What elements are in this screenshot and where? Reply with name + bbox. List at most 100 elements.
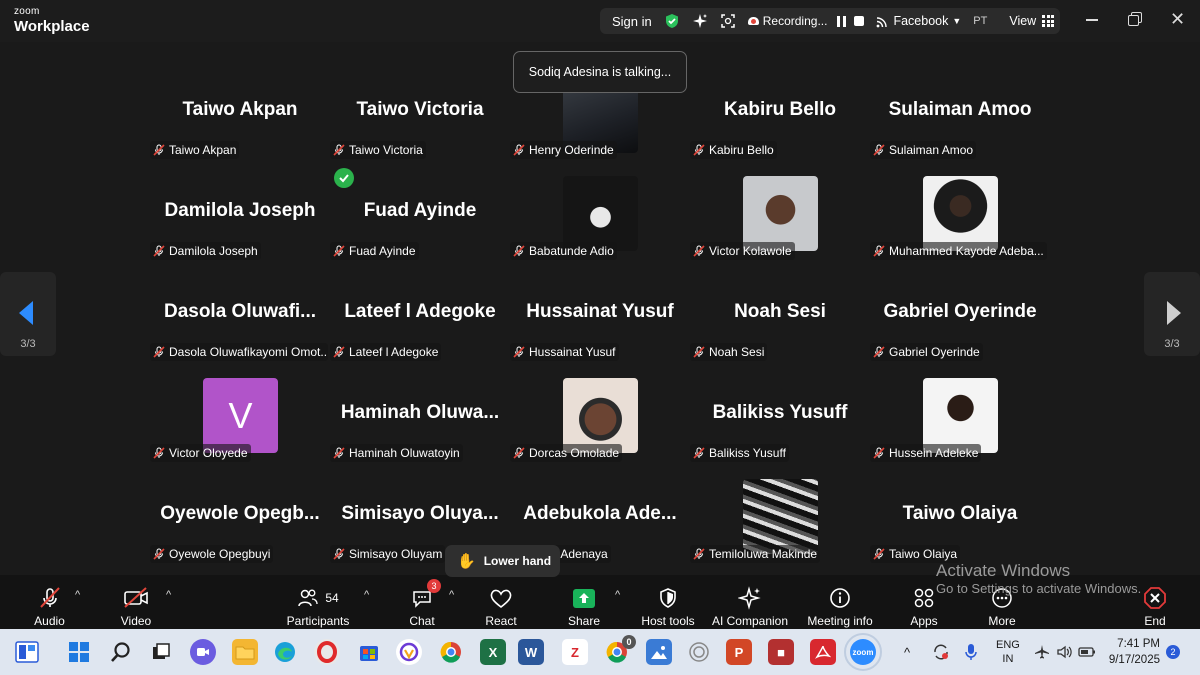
show-hidden-icons-chevron-icon[interactable]: ^: [904, 629, 910, 675]
share-options-caret-icon[interactable]: ^: [615, 589, 620, 601]
participant-name-label: Taiwo Akpan: [150, 141, 240, 159]
clock-time: 7:41 PM: [1117, 638, 1160, 650]
photos-icon[interactable]: [646, 639, 672, 665]
acrobat-icon[interactable]: [810, 639, 836, 665]
chrome-icon[interactable]: 0: [604, 635, 636, 665]
participant-name-label: Noah Sesi: [690, 343, 768, 361]
participant-tile[interactable]: Noah Sesi Noah Sesi: [690, 264, 870, 364]
participants-button[interactable]: 54 Participants: [282, 575, 354, 629]
view-button[interactable]: View: [1009, 14, 1055, 28]
chat-button[interactable]: 3 Chat: [404, 575, 441, 629]
microsoft-store-icon[interactable]: [356, 639, 382, 665]
participant-name-label: Oyewole Opegbuyi: [150, 545, 274, 563]
meeting-info-button[interactable]: Meeting info: [804, 575, 876, 629]
participant-tile[interactable]: Babatunde Adio: [510, 163, 690, 263]
participant-tile[interactable]: Balikiss Yusuff Balikiss Yusuff: [690, 365, 870, 465]
participant-tile[interactable]: Hussainat Yusuf Hussainat Yusuf: [510, 264, 690, 364]
participant-tile[interactable]: Oyewole Opegb... Oyewole Opegbuyi: [150, 466, 330, 566]
participant-tile[interactable]: Gabriel Oyerinde Gabriel Oyerinde: [870, 264, 1050, 364]
participant-tile[interactable]: Damilola Joseph Damilola Joseph: [150, 163, 330, 263]
sign-in-button[interactable]: Sign in: [612, 14, 652, 29]
opera-icon[interactable]: [314, 639, 340, 665]
livestream-facebook-dropdown[interactable]: Facebook ▼: [876, 14, 961, 28]
participant-name-text: Taiwo Olaiya: [889, 547, 958, 561]
end-meeting-button[interactable]: End: [1138, 575, 1172, 629]
airplane-mode-icon[interactable]: [1034, 629, 1050, 675]
participant-name-display: Kabiru Bello: [724, 99, 836, 120]
participant-tile[interactable]: Muhammed Kayode Adeba...: [870, 163, 1050, 263]
video-button[interactable]: Video: [110, 575, 162, 629]
meeting-status-bar: Sign in Recording... Facebook ▼ PT View: [600, 8, 1060, 34]
audio-options-caret-icon[interactable]: ^: [75, 589, 80, 601]
zoom-taskbar-icon[interactable]: zoom: [844, 633, 882, 671]
windows-start-icon[interactable]: [66, 639, 92, 665]
powerpoint-icon[interactable]: P: [726, 639, 752, 665]
participant-name-label: Haminah Oluwatoyin: [330, 444, 463, 462]
pause-recording-button[interactable]: [837, 15, 847, 27]
minimize-icon[interactable]: [1085, 12, 1099, 26]
word-icon[interactable]: W: [518, 639, 544, 665]
language-code: ENG: [996, 638, 1020, 651]
participant-tile[interactable]: Sulaiman Amoo Sulaiman Amoo: [870, 62, 1050, 162]
sync-status-icon[interactable]: [932, 629, 950, 675]
participant-tile[interactable]: Dasola Oluwafi... Dasola Oluwafikayomi Om…: [150, 264, 330, 364]
notification-badge[interactable]: 2: [1166, 645, 1180, 659]
battery-icon[interactable]: [1078, 629, 1096, 675]
ai-companion-button[interactable]: AI Companion: [710, 575, 790, 629]
video-options-caret-icon[interactable]: ^: [166, 589, 171, 601]
participant-name-label: Victor Oloyede: [150, 444, 251, 462]
vpn-app-icon[interactable]: [396, 639, 422, 665]
participant-tile[interactable]: V Victor Oloyede: [150, 365, 330, 465]
search-icon[interactable]: [108, 639, 134, 665]
host-tools-button[interactable]: Host tools: [638, 575, 698, 629]
ai-sparkle-icon[interactable]: [692, 13, 708, 29]
next-page-button[interactable]: 3/3: [1144, 272, 1200, 356]
system-clock[interactable]: 7:41 PM 9/17/2025: [1102, 637, 1160, 668]
lower-hand-button[interactable]: ✋ Lower hand: [445, 545, 560, 577]
edge-browser-icon[interactable]: [272, 639, 298, 665]
participant-tile[interactable]: Hussein Adeleke: [870, 365, 1050, 465]
participant-tile[interactable]: Taiwo Akpan Taiwo Akpan: [150, 62, 330, 162]
input-language-indicator[interactable]: ENG IN: [996, 629, 1020, 675]
file-explorer-icon[interactable]: [232, 639, 258, 665]
participant-name-label: Muhammed Kayode Adeba...: [870, 242, 1047, 260]
excel-icon[interactable]: X: [480, 639, 506, 665]
meet-app-icon[interactable]: [190, 639, 216, 665]
participant-name-text: Muhammed Kayode Adeba...: [889, 244, 1044, 258]
volume-icon[interactable]: [1056, 629, 1072, 675]
participant-tile[interactable]: Victor Kolawole: [690, 163, 870, 263]
chrome-profile-icon[interactable]: [438, 639, 464, 665]
focus-mode-icon[interactable]: [720, 13, 736, 29]
participant-tile[interactable]: Taiwo Victoria Taiwo Victoria: [330, 62, 510, 188]
participant-tile[interactable]: Taiwo Olaiya Taiwo Olaiya: [870, 466, 1050, 566]
participant-name-label: Simisayo Oluyam: [330, 545, 446, 563]
participant-tile[interactable]: Dorcas Omolade: [510, 365, 690, 465]
participant-tile[interactable]: Lateef l Adegoke Lateef l Adegoke: [330, 264, 510, 364]
widgets-icon[interactable]: [14, 639, 40, 665]
microphone-muted-icon: [333, 346, 345, 358]
logo-line2: Workplace: [14, 18, 90, 35]
stop-recording-button[interactable]: [854, 16, 865, 26]
share-button[interactable]: Share: [566, 575, 602, 629]
copilot-icon[interactable]: [686, 639, 712, 665]
recording-indicator[interactable]: Recording...: [747, 14, 827, 28]
shield-check-icon[interactable]: [664, 13, 680, 29]
participant-tile[interactable]: Haminah Oluwa... Haminah Oluwatoyin: [330, 365, 510, 465]
previous-page-button[interactable]: 3/3: [0, 272, 56, 356]
zotero-icon[interactable]: Z: [562, 639, 588, 665]
task-view-icon[interactable]: [148, 639, 174, 665]
info-icon: [830, 588, 850, 608]
participant-tile[interactable]: Fuad Ayinde Fuad Ayinde: [330, 163, 510, 263]
restore-icon[interactable]: [1128, 12, 1142, 26]
participant-tile[interactable]: Kabiru Bello Kabiru Bello: [690, 62, 870, 162]
microphone-muted-icon: [333, 548, 345, 560]
react-button[interactable]: React: [482, 575, 520, 629]
app-icon-red[interactable]: ■: [768, 639, 794, 665]
chat-options-caret-icon[interactable]: ^: [449, 589, 454, 601]
close-icon[interactable]: ✕: [1170, 10, 1185, 28]
participant-tile[interactable]: Temiloluwa Makinde: [690, 466, 870, 566]
participant-name-text: Fuad Ayinde: [349, 244, 416, 258]
participants-options-caret-icon[interactable]: ^: [364, 589, 369, 601]
audio-button[interactable]: Audio: [22, 575, 77, 629]
microphone-tray-icon[interactable]: [964, 629, 978, 675]
